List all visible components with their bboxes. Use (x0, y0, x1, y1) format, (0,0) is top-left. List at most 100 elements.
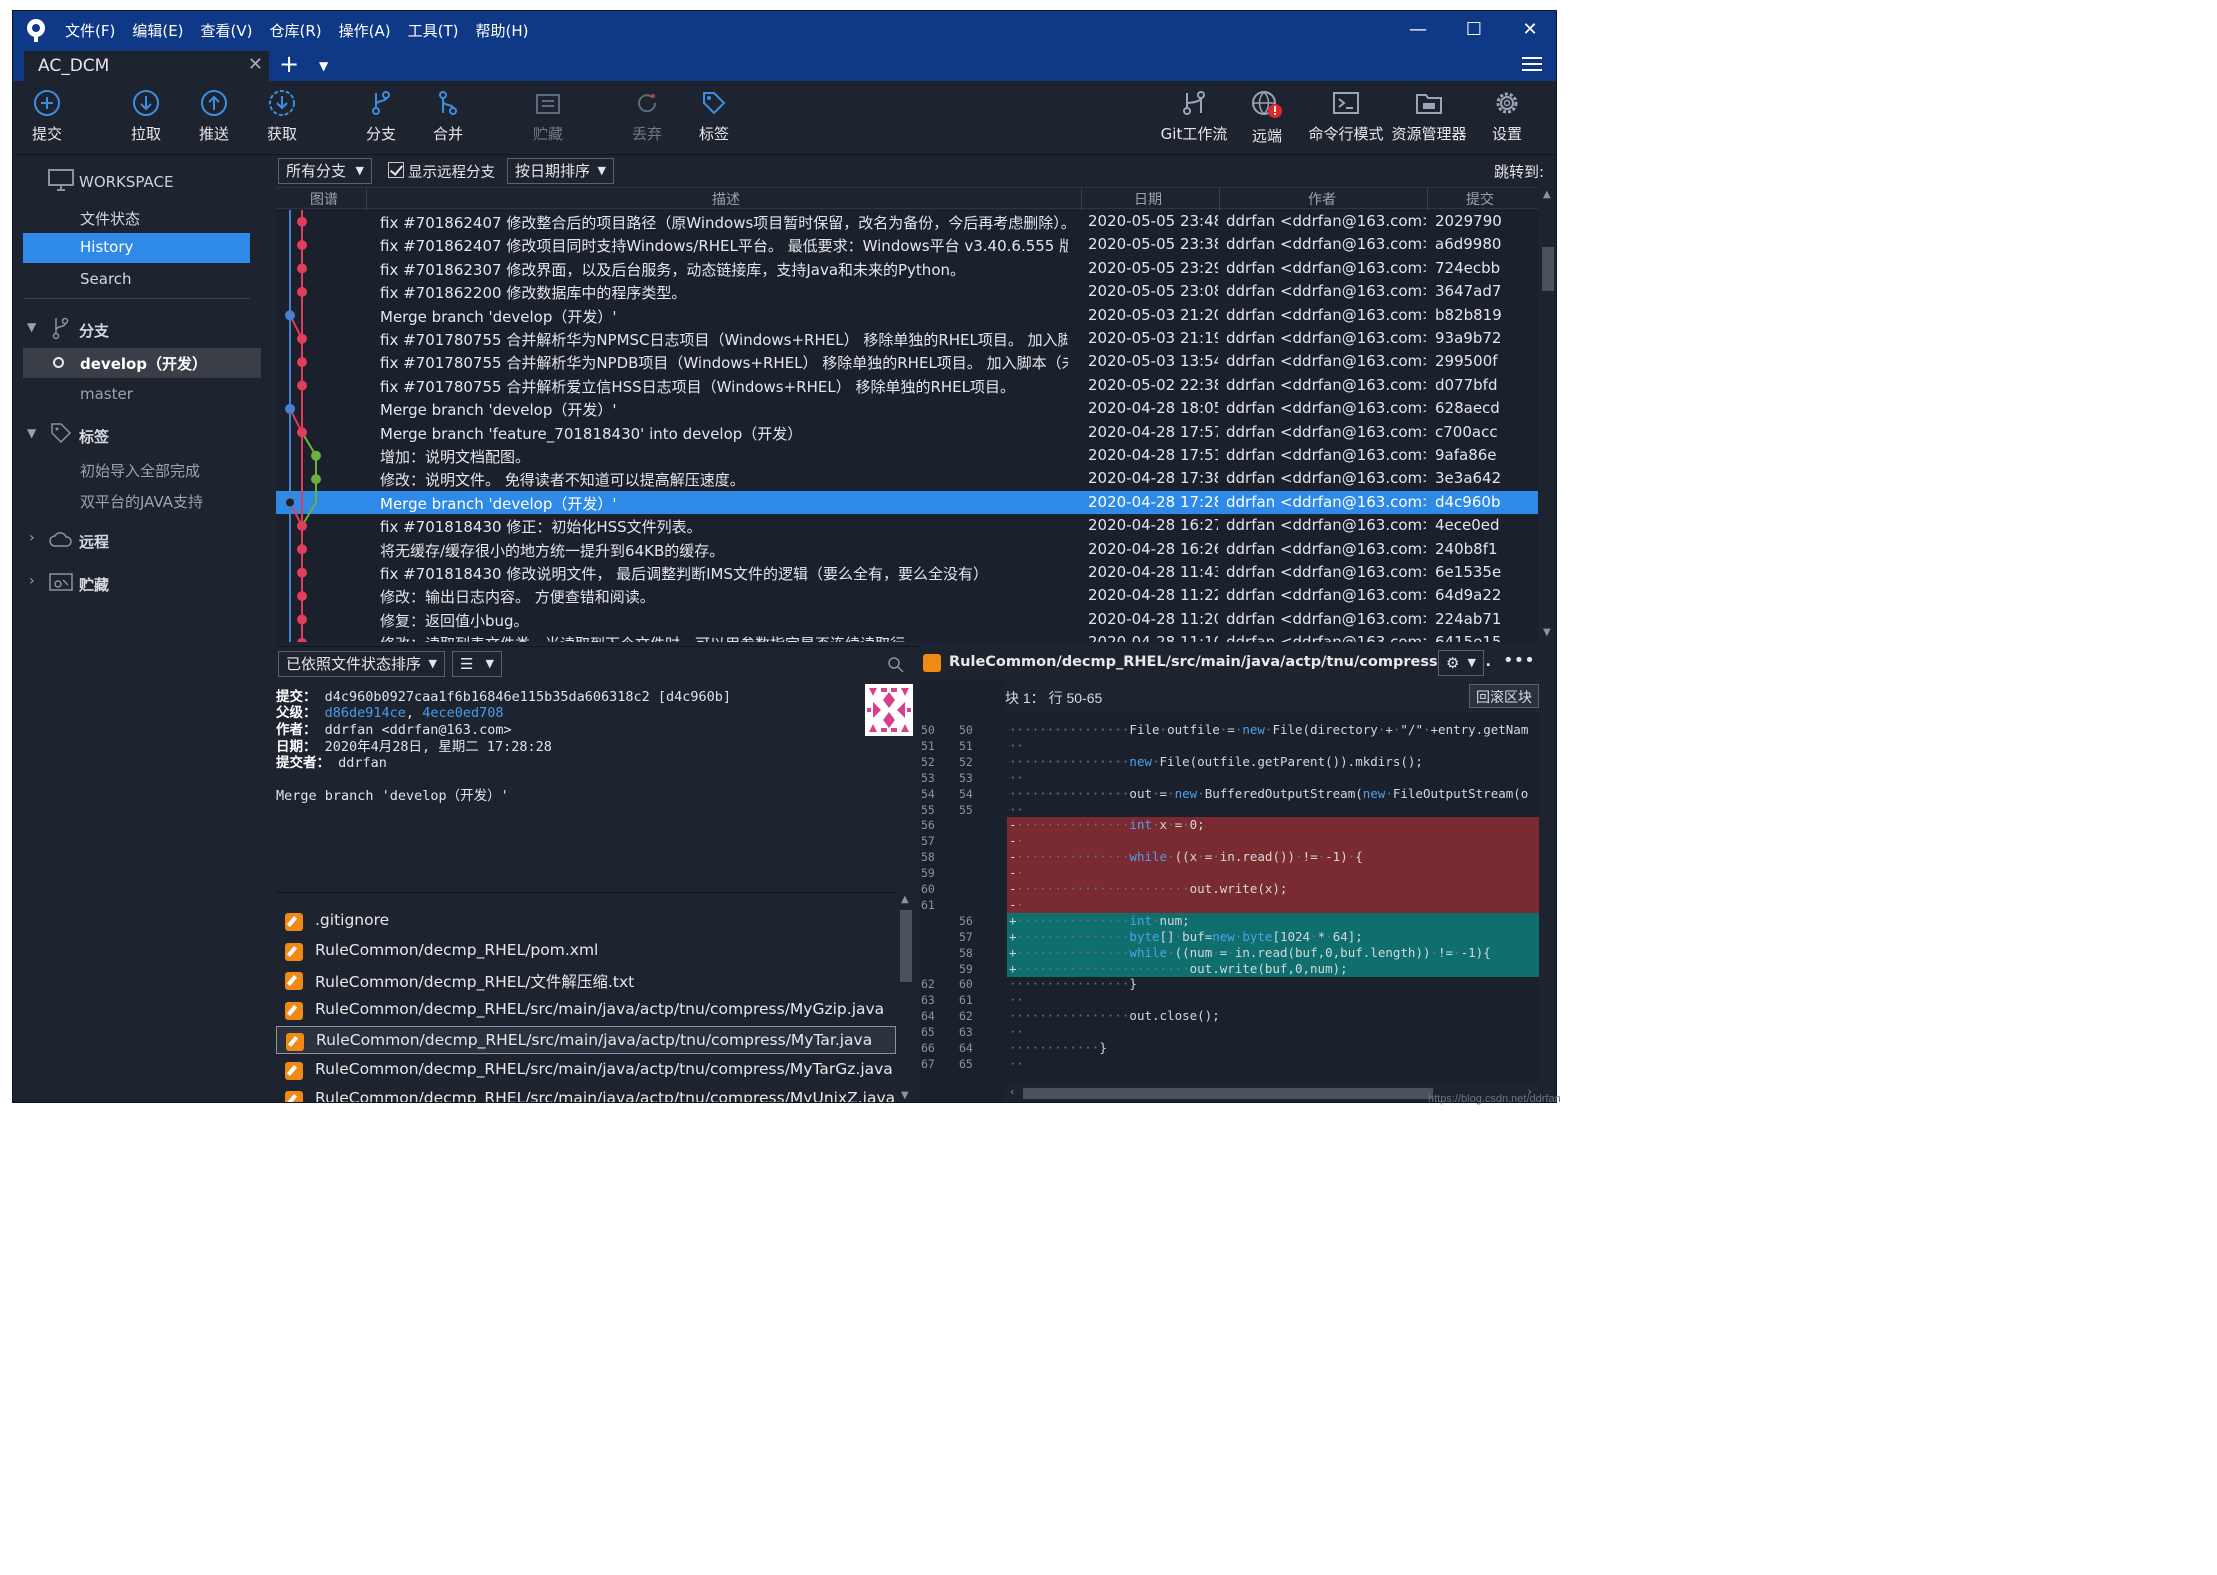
graph-node[interactable] (297, 544, 307, 555)
commit-row[interactable]: 增加：说明文档配图。 2020-04-28 17:51 ddrfan <ddrfan… (276, 444, 1538, 467)
remotes-chevron-right-icon[interactable]: › (29, 530, 35, 546)
graph-node[interactable] (297, 567, 307, 578)
graph-node[interactable] (297, 591, 307, 602)
sidebar-item-file-status[interactable]: 文件状态 (80, 208, 140, 229)
menu-view[interactable]: 查看(V) (201, 20, 253, 41)
scrollbar-thumb[interactable] (1023, 1088, 1433, 1099)
push-button[interactable]: 推送 (182, 89, 246, 144)
view-mode-dropdown[interactable]: ☰ ▼ (452, 651, 502, 677)
column-description[interactable]: 描述 (712, 189, 740, 209)
diff-line-context[interactable]: 67 65 ·· (919, 1056, 1539, 1072)
tag-item[interactable]: 初始导入全部完成 (80, 460, 200, 481)
commit-row[interactable]: Merge branch 'develop（开发）' 2020-04-28 17:… (276, 490, 1538, 514)
stashes-chevron-right-icon[interactable]: › (29, 573, 35, 589)
scrollbar-thumb[interactable] (900, 910, 912, 982)
sort-dropdown[interactable]: 按日期排序 ▼ (507, 158, 614, 184)
scrollbar-thumb[interactable] (1542, 247, 1554, 291)
commit-row[interactable]: fix #701862307 修改界面，以及后台服务，动态链接库，支持Java和… (276, 257, 1538, 280)
branch-button[interactable]: 分支 (349, 89, 413, 144)
column-date[interactable]: 日期 (1134, 189, 1162, 209)
hamburger-menu-icon[interactable] (1522, 53, 1542, 73)
commit-row[interactable]: Merge branch 'develop（开发）' 2020-05-03 21:… (276, 304, 1538, 327)
menu-tools[interactable]: 工具(T) (408, 20, 459, 41)
scroll-up-icon[interactable]: ▲ (1543, 189, 1551, 200)
column-separator[interactable] (366, 188, 367, 210)
pull-button[interactable]: 拉取 (114, 89, 178, 144)
commit-list-scrollbar[interactable]: ▲ ▼ (1538, 187, 1556, 642)
menu-actions[interactable]: 操作(A) (339, 20, 391, 41)
merge-button[interactable]: 合并 (416, 89, 480, 144)
diff-line-context[interactable]: 54 54 ················out·=·new·BufferedOu… (919, 786, 1539, 802)
graph-node[interactable] (311, 450, 321, 461)
menu-file[interactable]: 文件(F) (65, 20, 115, 41)
close-tab-icon[interactable]: ✕ (248, 54, 263, 75)
scroll-left-icon[interactable]: ‹ (1009, 1085, 1016, 1098)
file-row[interactable]: RuleCommon/decmp_RHEL/src/main/java/actp… (276, 1056, 896, 1084)
diff-line-context[interactable]: 50 50 ················File·outfile·=·new·F… (919, 722, 1539, 738)
workspace-header[interactable]: WORKSPACE (79, 173, 173, 191)
revert-hunk-button[interactable]: 回滚区块 (1469, 684, 1539, 708)
diff-line-context[interactable]: 63 61 ·· (919, 992, 1539, 1008)
commit-row[interactable]: fix #701780755 合并解析华为NPMSC日志项目（Windows+R… (276, 327, 1538, 350)
file-row[interactable]: RuleCommon/decmp_RHEL/src/main/java/actp… (276, 996, 896, 1024)
branches-chevron-down-icon[interactable]: ▼ (27, 320, 36, 334)
graph-node[interactable] (297, 357, 307, 368)
commit-row[interactable]: fix #701780755 合并解析华为NPDB项目（Windows+RHEL… (276, 350, 1538, 373)
menu-help[interactable]: 帮助(H) (475, 20, 528, 41)
diff-options-dropdown[interactable]: ⚙ ▼ (1438, 650, 1484, 676)
stash-button[interactable]: 贮藏 (516, 89, 580, 144)
terminal-button[interactable]: 命令行模式 (1301, 89, 1391, 144)
tags-chevron-down-icon[interactable]: ▼ (27, 426, 36, 440)
commit-row[interactable]: 修复：返回值小bug。 2020-04-28 11:20 ddrfan <ddrfa… (276, 608, 1538, 631)
new-tab-icon[interactable]: + (279, 49, 299, 79)
graph-node[interactable] (297, 427, 307, 438)
tag-item[interactable]: 双平台的JAVA支持 (80, 491, 203, 512)
diff-line-removed[interactable]: 56 -···············int·x·=·0; (919, 817, 1539, 834)
commit-row[interactable]: fix #701862200 修改数据库中的程序类型。 2020-05-05 23… (276, 280, 1538, 303)
diff-line-context[interactable]: 66 64 ············} (919, 1040, 1539, 1056)
scroll-down-icon[interactable]: ▼ (901, 1090, 909, 1101)
show-remote-checkbox[interactable] (388, 162, 404, 178)
graph-node[interactable] (297, 333, 307, 344)
more-options-icon[interactable]: ••• (1503, 650, 1535, 671)
branch-item-develop[interactable]: develop（开发） (23, 348, 261, 378)
graph-node[interactable] (297, 614, 307, 625)
close-window-icon[interactable]: ✕ (1502, 11, 1556, 49)
file-sort-dropdown[interactable]: 已依照文件状态排序 ▼ (278, 651, 445, 677)
discard-button[interactable]: 丢弃 (615, 89, 679, 144)
sidebar-item-history[interactable]: History (23, 233, 250, 263)
menu-edit[interactable]: 编辑(E) (132, 20, 183, 41)
settings-button[interactable]: 设置 (1475, 89, 1539, 144)
sidebar-item-search[interactable]: Search (80, 270, 132, 288)
column-graph[interactable]: 图谱 (310, 189, 338, 209)
remotes-header[interactable]: 远程 (79, 531, 109, 552)
graph-node[interactable] (297, 520, 307, 531)
graph-node[interactable] (297, 216, 307, 227)
column-separator[interactable] (1081, 188, 1082, 210)
stashes-header[interactable]: 贮藏 (79, 574, 109, 595)
diff-line-removed[interactable]: 60 -·······················out.write(x); (919, 881, 1539, 897)
jump-to-label[interactable]: 跳转到: (1494, 161, 1544, 182)
file-row[interactable]: RuleCommon/decmp_RHEL/src/main/java/actp… (276, 1085, 896, 1102)
gitflow-button[interactable]: Git工作流 (1154, 89, 1234, 144)
commit-row[interactable]: fix #701862407 修改整合后的项目路径（原Windows项目暂时保留… (276, 210, 1538, 233)
diff-line-context[interactable]: 65 63 ·· (919, 1024, 1539, 1040)
minimize-icon[interactable]: — (1390, 11, 1446, 49)
commit-row[interactable]: 修改：输出日志内容。 方便查错和阅读。 2020-04-28 11:22 ddrfa… (276, 584, 1538, 607)
menu-repository[interactable]: 仓库(R) (270, 20, 322, 41)
graph-node[interactable] (285, 310, 295, 321)
column-commit[interactable]: 提交 (1466, 189, 1494, 209)
scroll-up-icon[interactable]: ▲ (901, 894, 909, 905)
branches-header[interactable]: 分支 (79, 320, 109, 341)
diff-line-context[interactable]: 51 51 ·· (919, 738, 1539, 754)
graph-node[interactable] (297, 637, 307, 642)
diff-line-added[interactable]: 59 +·······················out.write(buf,… (919, 960, 1539, 977)
commit-button[interactable]: 提交 (15, 89, 79, 144)
diff-line-removed[interactable]: 61 -· (919, 896, 1539, 913)
diff-line-added[interactable]: 56 +···············int·num; (919, 912, 1539, 929)
commit-row[interactable]: fix #701780755 合并解析爱立信HSS日志项目（Windows+RH… (276, 374, 1538, 397)
search-icon[interactable] (887, 656, 905, 674)
commit-row[interactable]: fix #701862407 修改项目同时支持Windows/RHEL平台。 最… (276, 233, 1538, 256)
graph-node[interactable] (297, 240, 307, 251)
commit-row[interactable]: fix #701818430 修正：初始化HSS文件列表。 2020-04-28 … (276, 514, 1538, 537)
